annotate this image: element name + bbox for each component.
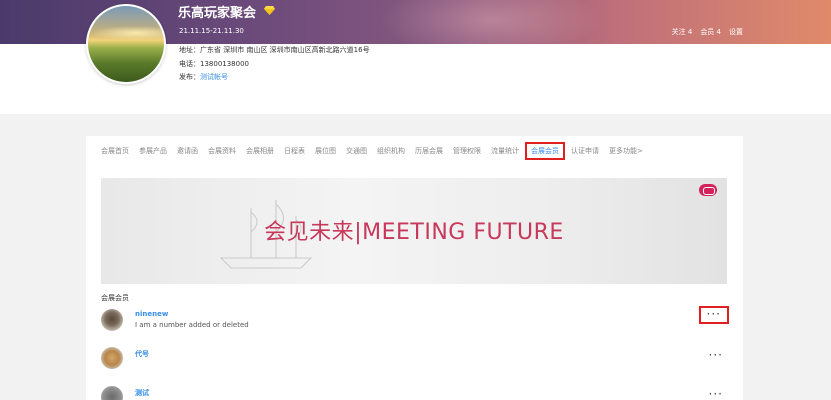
nav-materials[interactable]: 会展资料 (208, 146, 236, 160)
event-avatar-image (88, 6, 164, 82)
nav-booth-map[interactable]: 展位图 (315, 146, 336, 160)
nav-certification[interactable]: 认证申请 (571, 146, 599, 160)
vip-diamond-icon (264, 6, 275, 15)
member-more-button[interactable]: ··· (698, 306, 729, 324)
event-banner: 会见未来|MEETING FUTURE (101, 178, 727, 284)
nav-album[interactable]: 会展相册 (246, 146, 274, 160)
members-count-link[interactable]: 会员 4 (700, 27, 721, 37)
nav-more[interactable]: 更多功能> (609, 146, 643, 160)
banner-slogan: 会见未来|MEETING FUTURE (101, 214, 727, 246)
nav-past-events[interactable]: 历届会展 (415, 146, 443, 160)
member-name[interactable]: 测试 (135, 388, 149, 398)
nav-members[interactable]: 会展会员 (525, 142, 565, 160)
nav-schedule[interactable]: 日程表 (284, 146, 305, 160)
member-more-button[interactable]: ··· (709, 349, 723, 361)
event-nav: 会展首页 参展产品 邀请函 会展资料 会展相册 日程表 展位图 交通图 组织机构… (101, 142, 653, 160)
member-avatar[interactable] (101, 309, 123, 331)
banner-cn: 会见未来 (264, 220, 355, 245)
publisher-link[interactable]: 测试帐号 (200, 73, 228, 81)
address-text: 地址：广东省 深圳市 南山区 深圳市南山区高新北路六道16号 (179, 46, 370, 54)
follow-count-link[interactable]: 关注 4 (672, 27, 693, 37)
brand-logo-icon (699, 184, 717, 196)
member-avatar[interactable] (101, 347, 123, 369)
settings-link[interactable]: 设置 (729, 27, 743, 37)
event-avatar (86, 4, 166, 84)
member-name[interactable]: 代号 (135, 349, 149, 359)
banner-separator: | (354, 220, 363, 245)
member-description: I am a number added or deleted (135, 321, 249, 329)
nav-home[interactable]: 会展首页 (101, 146, 129, 160)
member-more-button[interactable]: ··· (709, 388, 723, 400)
phone-text: 电话：13800138000 (179, 60, 249, 68)
event-dates: 21.11.15-21.11.30 (179, 27, 244, 35)
nav-organization[interactable]: 组织机构 (377, 146, 405, 160)
publisher-label: 发布： (179, 73, 200, 81)
member-row: 代号 ··· (101, 347, 727, 371)
publisher-row: 发布：测试帐号 (179, 72, 228, 82)
nav-traffic-map[interactable]: 交通图 (346, 146, 367, 160)
member-row: ninenew I am a number added or deleted ·… (101, 306, 729, 333)
header-stats: 关注 4 会员 4 设置 (672, 27, 743, 37)
banner-en: MEETING FUTURE (362, 220, 564, 245)
nav-traffic-stats[interactable]: 流量统计 (491, 146, 519, 160)
nav-permissions[interactable]: 管理权限 (453, 146, 481, 160)
member-avatar[interactable] (101, 386, 123, 400)
nav-invitation[interactable]: 邀请函 (177, 146, 198, 160)
event-title: 乐高玩家聚会 (178, 6, 257, 21)
member-row: 测试 ··· (101, 386, 727, 400)
members-section-title: 会展会员 (101, 294, 129, 302)
member-name[interactable]: ninenew (135, 310, 168, 318)
nav-products[interactable]: 参展产品 (139, 146, 167, 160)
